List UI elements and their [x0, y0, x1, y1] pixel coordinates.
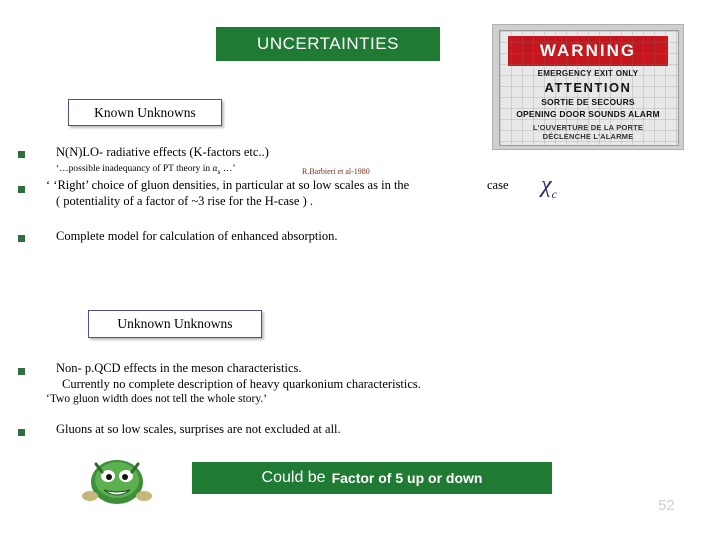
known-bullet-3: Complete model for calculation of enhanc… [56, 229, 338, 243]
warning-sign-image: WARNING EMERGENCY EXIT ONLY ATTENTION SO… [492, 24, 684, 150]
slide-title-banner: UNCERTAINTIES [216, 27, 440, 61]
known-note: ‘…possible inadequancy of PT theory in α… [56, 164, 236, 176]
bottom-banner-text-bold: Factor of 5 up or down [331, 470, 483, 486]
bullet-marker [18, 429, 25, 436]
known-note-tail: …’ [220, 164, 236, 174]
unknown-unknowns-label-box: Unknown Unknowns [88, 310, 262, 338]
known-bullet-2: ‘ ‘Right’ choice of gluon densities, in … [46, 178, 410, 192]
bullet-marker [18, 186, 25, 193]
page-number: 52 [658, 497, 675, 514]
slide-title: UNCERTAINTIES [257, 34, 399, 53]
chi-c-symbol: χc [541, 172, 557, 202]
unknown-bullet-1: Non- p.QCD effects in the meson characte… [56, 361, 302, 375]
unknown-bullet-1-cont: Currently no complete description of hea… [62, 377, 421, 391]
chi-subscript: c [551, 186, 557, 201]
warning-sign-panel: WARNING EMERGENCY EXIT ONLY ATTENTION SO… [499, 30, 679, 146]
known-note-reference: R.Barbieri et al-1980 [302, 167, 370, 176]
unknown-bullet-2: Gluons at so low scales, surprises are n… [56, 422, 341, 436]
bullet-marker [18, 368, 25, 375]
known-unknowns-label-box: Known Unknowns [68, 99, 222, 126]
known-case-word: case [487, 178, 509, 192]
warning-sign-grid-overlay [500, 31, 678, 145]
known-bullet-1: N(N)LO- radiative effects (K-factors etc… [56, 145, 269, 159]
chi-glyph: χ [541, 172, 552, 198]
known-bullet-2-cont: ( potentiality of a factor of ~3 rise fo… [56, 194, 314, 208]
unknown-unknowns-label: Unknown Unknowns [117, 316, 233, 331]
known-note-text: ‘…possible inadequancy of PT theory in [56, 164, 213, 174]
bullet-marker [18, 151, 25, 158]
unknown-bullet-1-quote: ‘Two gluon width does not tell the whole… [46, 393, 268, 405]
bullet-marker [18, 235, 25, 242]
slide-canvas: UNCERTAINTIES WARNING EMERGENCY EXIT ONL… [0, 0, 720, 540]
bottom-banner-text-normal: Could be [261, 469, 326, 486]
known-unknowns-label: Known Unknowns [94, 104, 196, 120]
bottom-conclusion-banner: Could be Factor of 5 up or down [192, 462, 552, 494]
monster-doodle-icon [82, 460, 152, 504]
